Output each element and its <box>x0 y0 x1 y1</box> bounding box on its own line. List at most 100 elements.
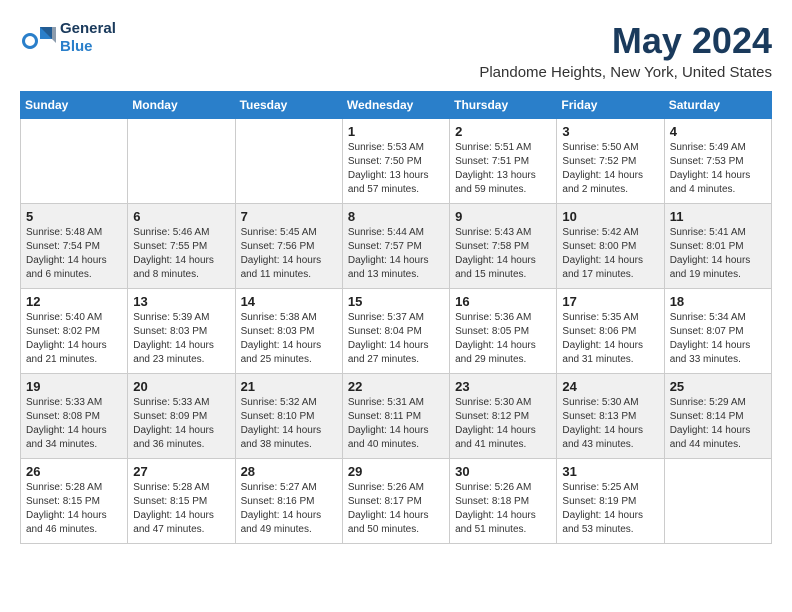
calendar-cell: 6 Sunrise: 5:46 AMSunset: 7:55 PMDaylight… <box>128 204 235 289</box>
day-number: 7 <box>241 209 337 224</box>
day-number: 4 <box>670 124 766 139</box>
weekday-header: Wednesday <box>342 92 449 119</box>
day-number: 3 <box>562 124 658 139</box>
day-info: Sunrise: 5:28 AMSunset: 8:15 PMDaylight:… <box>133 481 229 537</box>
calendar-cell: 2 Sunrise: 5:51 AMSunset: 7:51 PMDaylight… <box>450 119 557 204</box>
day-info: Sunrise: 5:25 AMSunset: 8:19 PMDaylight:… <box>562 481 658 537</box>
title-block: May 2024 Plandome Heights, New York, Uni… <box>479 20 772 81</box>
day-info: Sunrise: 5:45 AMSunset: 7:56 PMDaylight:… <box>241 226 337 282</box>
calendar-cell: 1 Sunrise: 5:53 AMSunset: 7:50 PMDaylight… <box>342 119 449 204</box>
day-number: 19 <box>26 379 122 394</box>
calendar-header: SundayMondayTuesdayWednesdayThursdayFrid… <box>21 92 772 119</box>
calendar-cell: 9 Sunrise: 5:43 AMSunset: 7:58 PMDaylight… <box>450 204 557 289</box>
calendar-cell: 12Sunrise: 5:40 AMSunset: 8:02 PMDayligh… <box>21 289 128 374</box>
calendar-week: 26 Sunrise: 5:28 AMSunset: 8:15 PMDayligh… <box>21 459 772 544</box>
day-info: Sunrise: 5:42 AMSunset: 8:00 PMDaylight:… <box>562 226 658 282</box>
calendar-cell: 15 Sunrise: 5:37 AMSunset: 8:04 PMDayligh… <box>342 289 449 374</box>
logo-icon <box>20 23 56 53</box>
day-number: 24 <box>562 379 658 394</box>
day-number: 2 <box>455 124 551 139</box>
day-info: Sunrise: 5:30 AMSunset: 8:13 PMDaylight:… <box>562 396 658 452</box>
calendar-cell: 26 Sunrise: 5:28 AMSunset: 8:15 PMDayligh… <box>21 459 128 544</box>
day-number: 5 <box>26 209 122 224</box>
day-info: Sunrise: 5:27 AMSunset: 8:16 PMDaylight:… <box>241 481 337 537</box>
day-number: 9 <box>455 209 551 224</box>
calendar-cell: 4 Sunrise: 5:49 AMSunset: 7:53 PMDaylight… <box>664 119 771 204</box>
day-number: 16 <box>455 294 551 309</box>
calendar-week: 1 Sunrise: 5:53 AMSunset: 7:50 PMDaylight… <box>21 119 772 204</box>
weekday-header: Thursday <box>450 92 557 119</box>
calendar-cell: 13Sunrise: 5:39 AMSunset: 8:03 PMDayligh… <box>128 289 235 374</box>
day-info: Sunrise: 5:34 AMSunset: 8:07 PMDaylight:… <box>670 311 766 367</box>
calendar-cell: 22Sunrise: 5:31 AMSunset: 8:11 PMDayligh… <box>342 374 449 459</box>
day-number: 23 <box>455 379 551 394</box>
day-info: Sunrise: 5:39 AMSunset: 8:03 PMDaylight:… <box>133 311 229 367</box>
calendar-cell <box>235 119 342 204</box>
day-number: 8 <box>348 209 444 224</box>
weekday-header: Monday <box>128 92 235 119</box>
day-info: Sunrise: 5:50 AMSunset: 7:52 PMDaylight:… <box>562 141 658 197</box>
calendar-cell: 5 Sunrise: 5:48 AMSunset: 7:54 PMDaylight… <box>21 204 128 289</box>
day-number: 11 <box>670 209 766 224</box>
weekday-header: Saturday <box>664 92 771 119</box>
weekday-header: Sunday <box>21 92 128 119</box>
day-info: Sunrise: 5:51 AMSunset: 7:51 PMDaylight:… <box>455 141 551 197</box>
day-number: 26 <box>26 464 122 479</box>
calendar-body: 1 Sunrise: 5:53 AMSunset: 7:50 PMDaylight… <box>21 119 772 544</box>
calendar-cell: 17 Sunrise: 5:35 AMSunset: 8:06 PMDayligh… <box>557 289 664 374</box>
header-row: SundayMondayTuesdayWednesdayThursdayFrid… <box>21 92 772 119</box>
day-number: 29 <box>348 464 444 479</box>
calendar-week: 19 Sunrise: 5:33 AMSunset: 8:08 PMDayligh… <box>21 374 772 459</box>
day-info: Sunrise: 5:44 AMSunset: 7:57 PMDaylight:… <box>348 226 444 282</box>
day-info: Sunrise: 5:41 AMSunset: 8:01 PMDaylight:… <box>670 226 766 282</box>
day-info: Sunrise: 5:48 AMSunset: 7:54 PMDaylight:… <box>26 226 122 282</box>
day-info: Sunrise: 5:33 AMSunset: 8:08 PMDaylight:… <box>26 396 122 452</box>
calendar-cell: 10 Sunrise: 5:42 AMSunset: 8:00 PMDayligh… <box>557 204 664 289</box>
calendar-cell: 28 Sunrise: 5:27 AMSunset: 8:16 PMDayligh… <box>235 459 342 544</box>
day-info: Sunrise: 5:36 AMSunset: 8:05 PMDaylight:… <box>455 311 551 367</box>
day-info: Sunrise: 5:49 AMSunset: 7:53 PMDaylight:… <box>670 141 766 197</box>
calendar-cell <box>128 119 235 204</box>
day-number: 22 <box>348 379 444 394</box>
day-info: Sunrise: 5:53 AMSunset: 7:50 PMDaylight:… <box>348 141 444 197</box>
day-info: Sunrise: 5:43 AMSunset: 7:58 PMDaylight:… <box>455 226 551 282</box>
calendar-week: 12Sunrise: 5:40 AMSunset: 8:02 PMDayligh… <box>21 289 772 374</box>
calendar-cell: 3 Sunrise: 5:50 AMSunset: 7:52 PMDaylight… <box>557 119 664 204</box>
logo-text: General Blue <box>60 20 116 56</box>
day-info: Sunrise: 5:30 AMSunset: 8:12 PMDaylight:… <box>455 396 551 452</box>
day-number: 30 <box>455 464 551 479</box>
day-info: Sunrise: 5:26 AMSunset: 8:17 PMDaylight:… <box>348 481 444 537</box>
logo: General Blue <box>20 20 116 56</box>
calendar-week: 5 Sunrise: 5:48 AMSunset: 7:54 PMDaylight… <box>21 204 772 289</box>
calendar-cell: 7 Sunrise: 5:45 AMSunset: 7:56 PMDaylight… <box>235 204 342 289</box>
day-info: Sunrise: 5:26 AMSunset: 8:18 PMDaylight:… <box>455 481 551 537</box>
calendar-cell: 24 Sunrise: 5:30 AMSunset: 8:13 PMDayligh… <box>557 374 664 459</box>
day-number: 14 <box>241 294 337 309</box>
day-number: 1 <box>348 124 444 139</box>
calendar-cell: 14Sunrise: 5:38 AMSunset: 8:03 PMDayligh… <box>235 289 342 374</box>
day-info: Sunrise: 5:46 AMSunset: 7:55 PMDaylight:… <box>133 226 229 282</box>
month-title: May 2024 <box>479 20 772 62</box>
day-info: Sunrise: 5:37 AMSunset: 8:04 PMDaylight:… <box>348 311 444 367</box>
day-number: 20 <box>133 379 229 394</box>
calendar-cell: 29 Sunrise: 5:26 AMSunset: 8:17 PMDayligh… <box>342 459 449 544</box>
day-info: Sunrise: 5:32 AMSunset: 8:10 PMDaylight:… <box>241 396 337 452</box>
day-number: 15 <box>348 294 444 309</box>
day-number: 6 <box>133 209 229 224</box>
day-info: Sunrise: 5:35 AMSunset: 8:06 PMDaylight:… <box>562 311 658 367</box>
day-number: 28 <box>241 464 337 479</box>
day-info: Sunrise: 5:40 AMSunset: 8:02 PMDaylight:… <box>26 311 122 367</box>
location: Plandome Heights, New York, United State… <box>479 64 772 81</box>
weekday-header: Friday <box>557 92 664 119</box>
day-number: 18 <box>670 294 766 309</box>
calendar-cell: 27 Sunrise: 5:28 AMSunset: 8:15 PMDayligh… <box>128 459 235 544</box>
calendar-cell: 16 Sunrise: 5:36 AMSunset: 8:05 PMDayligh… <box>450 289 557 374</box>
day-number: 27 <box>133 464 229 479</box>
day-number: 17 <box>562 294 658 309</box>
weekday-header: Tuesday <box>235 92 342 119</box>
day-info: Sunrise: 5:28 AMSunset: 8:15 PMDaylight:… <box>26 481 122 537</box>
day-number: 10 <box>562 209 658 224</box>
calendar-cell <box>664 459 771 544</box>
calendar-cell: 30 Sunrise: 5:26 AMSunset: 8:18 PMDayligh… <box>450 459 557 544</box>
day-info: Sunrise: 5:29 AMSunset: 8:14 PMDaylight:… <box>670 396 766 452</box>
